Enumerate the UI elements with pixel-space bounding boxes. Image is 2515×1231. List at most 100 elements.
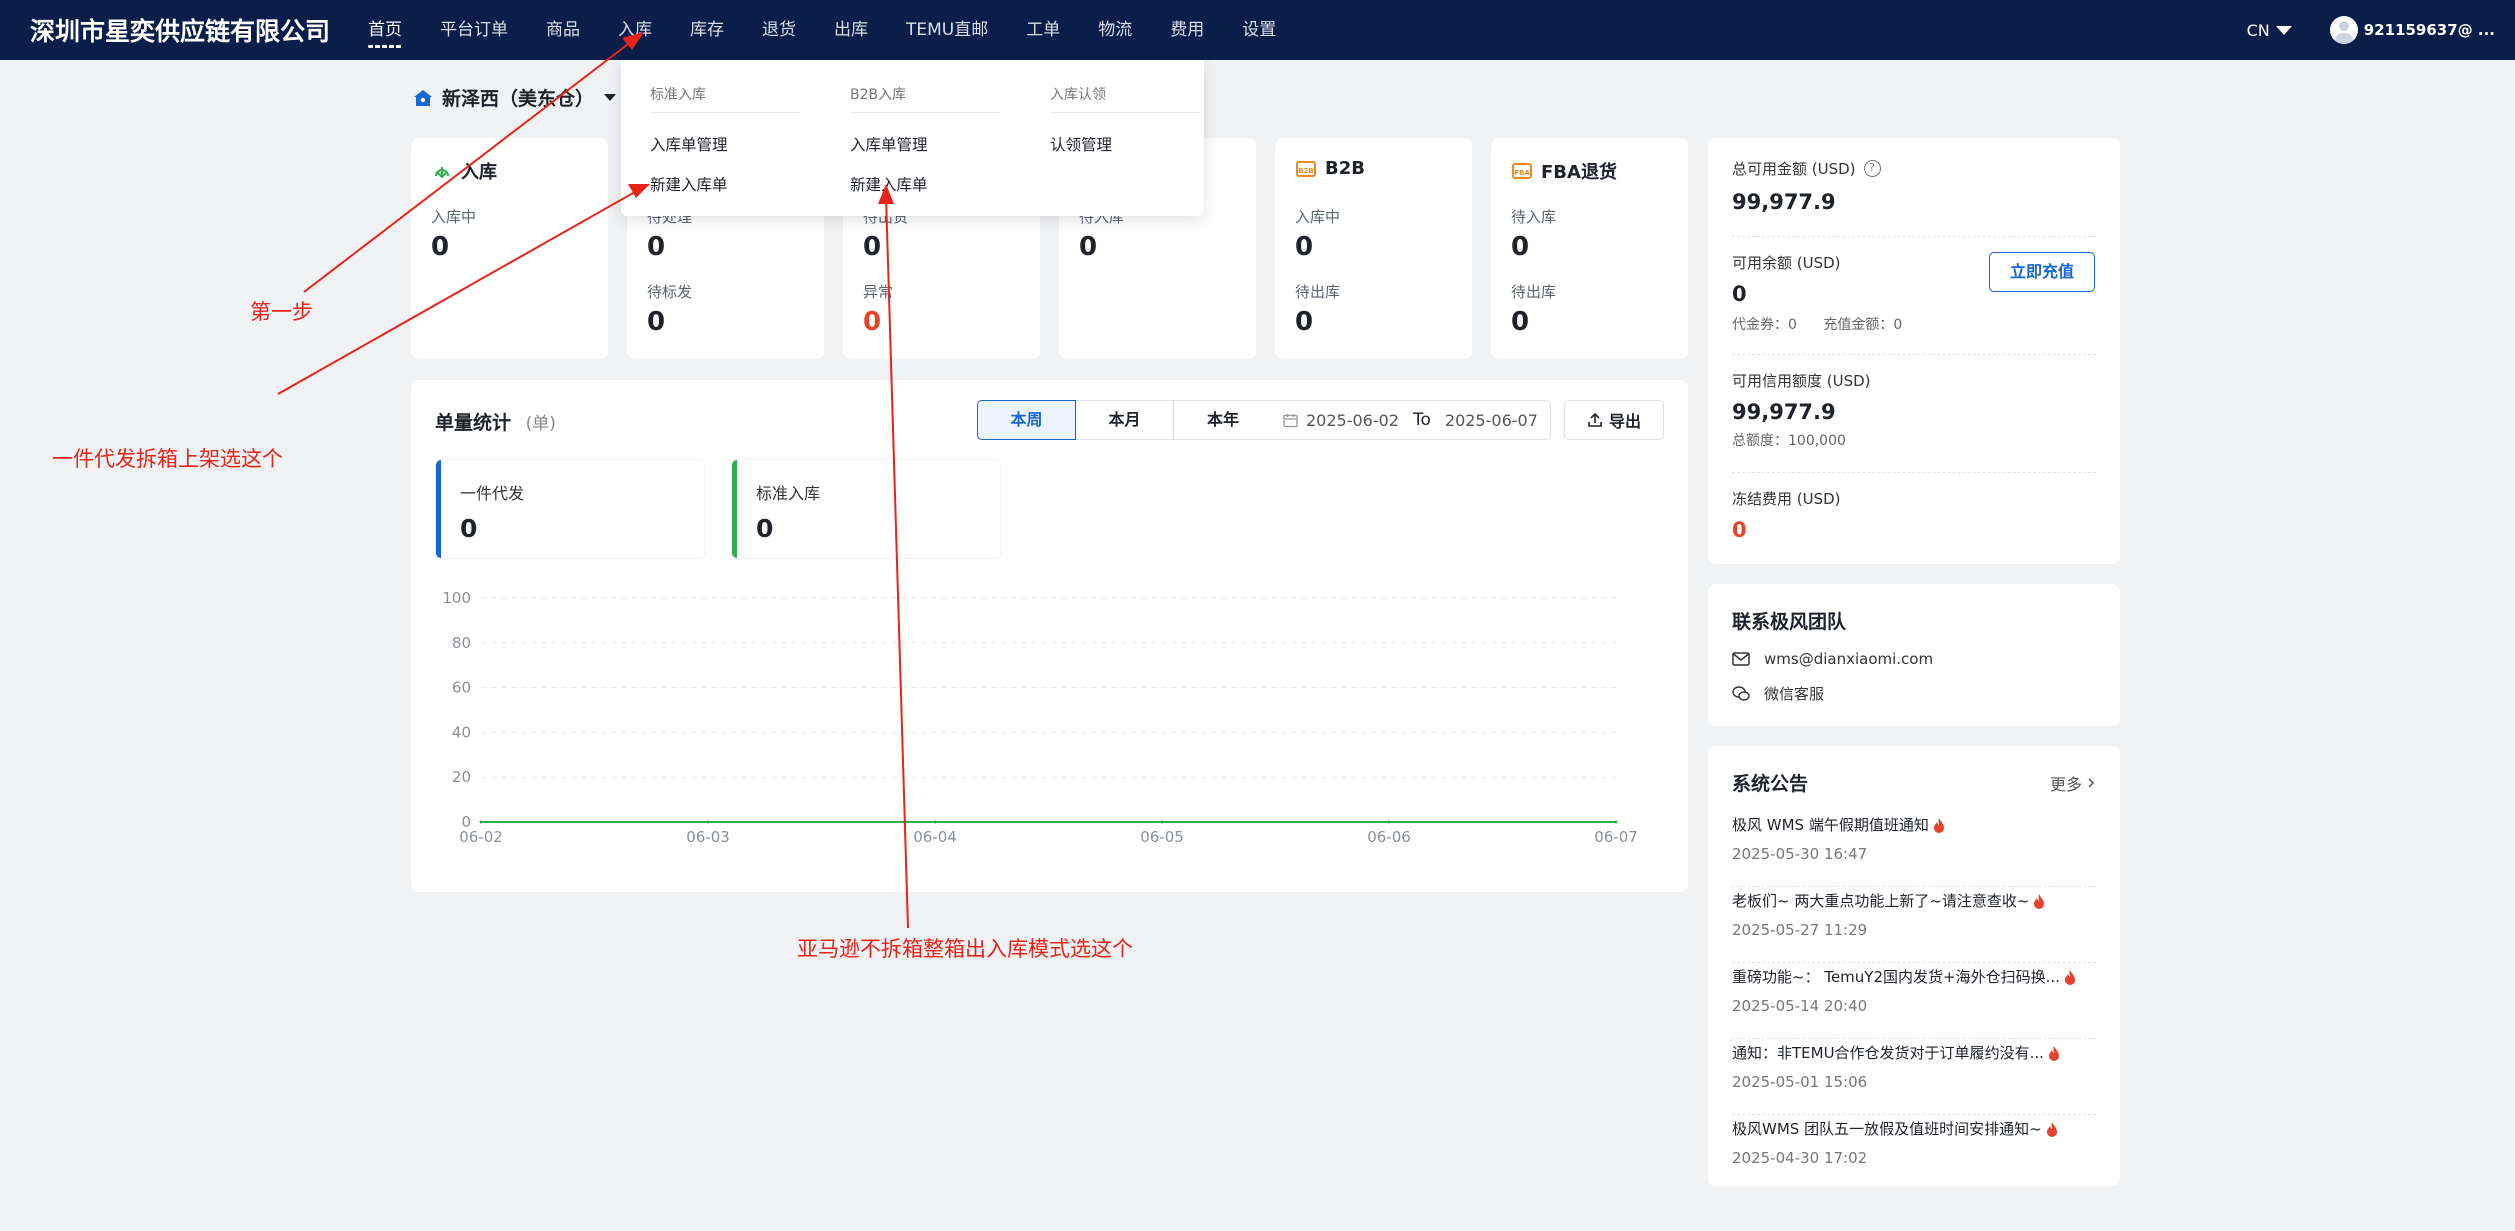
notice-item[interactable]: 老板们~ 两大重点功能上新了~请注意查收~ 2025-05-27 11:29 [1732,890,2096,966]
top-nav: 深圳市星奕供应链有限公司 首页 平台订单 商品 入库 库存 退货 出库 TEMU… [0,0,2515,60]
export-button[interactable]: 导出 [1564,400,1664,440]
stat-label: 待出库 [1511,283,1557,301]
recharge-button[interactable]: 立即充值 [1989,252,2095,292]
notice-item[interactable]: 极风 WMS 端午假期值班通知 2025-05-30 16:47 [1732,814,2096,890]
warehouse-selector[interactable]: 新泽西（美东仓） [413,84,617,111]
nav-fees[interactable]: 费用 [1170,0,1204,60]
credit-total: 总额度：100,000 [1732,433,1846,449]
y-tick-label: 40 [452,723,471,741]
data-point[interactable] [1614,820,1618,824]
mini-label: 一件代发 [460,484,525,503]
language-label: CN [2246,20,2270,40]
date-to[interactable]: 2025-06-07 [1445,411,1538,430]
volume-stats-card: 单量统计 (单) 本周 本月 本年 2025-06-02 To 2025-06-… [411,380,1688,892]
dropdown-header: B2B入库 [850,84,1000,113]
divider [1732,1038,2096,1039]
avatar[interactable] [2329,16,2358,44]
tab-week[interactable]: 本周 [977,400,1076,440]
stat-value[interactable]: 0 [647,307,665,337]
nav-returns[interactable]: 退货 [762,0,796,60]
mini-value: 0 [460,514,478,543]
data-point[interactable] [706,820,710,824]
stat-value[interactable]: 0 [647,232,665,262]
notice-item[interactable]: 通知：非TEMU合作仓发货对于订单履约没有... 2025-05-01 15:0… [1732,1042,2096,1118]
standard-inbound-count-card[interactable]: 标准入库 0 [731,459,1001,559]
annotation-dropship: 一件代发拆箱上架选这个 [52,447,283,471]
hot-icon [1933,817,1944,833]
frozen-fee-label: 冻结费用 (USD) [1732,490,1841,508]
contact-wechat-row[interactable]: 微信客服 [1732,683,1824,704]
caret-down-icon [2275,25,2292,35]
nav-logistics[interactable]: 物流 [1098,0,1132,60]
recharge-amount: 充值金额：0 [1823,317,1903,333]
notice-item[interactable]: 极风WMS 团队五一放假及值班时间安排通知~ 2025-04-30 17:02 [1732,1118,2096,1194]
x-tick-label: 06-03 [686,828,730,846]
nav-right: CN 921159637@ ... [2247,0,2495,60]
contact-email-row[interactable]: wms@dianxiaomi.com [1732,650,1933,668]
nav-inventory[interactable]: 库存 [690,0,724,60]
date-to-label: To [1412,410,1431,430]
data-point[interactable] [479,820,483,824]
total-available-label: 总可用金额 (USD) ? [1732,158,1881,179]
inbound-dropdown-menu: 标准入库 入库单管理 新建入库单 B2B入库 入库单管理 新建入库单 入库认领 … [621,60,1204,216]
stat-label: 入库中 [1295,208,1341,226]
x-tick-label: 06-07 [1594,828,1638,846]
stat-value[interactable]: 0 [1511,232,1529,262]
divider [1732,472,2096,473]
nav-tickets[interactable]: 工单 [1026,0,1060,60]
tab-month[interactable]: 本月 [1075,400,1174,440]
stat-label: 待出库 [1295,283,1341,301]
stat-card-inbound: 入库 入库中 0 [411,138,608,359]
language-selector[interactable]: CN [2247,21,2292,40]
hot-icon [2064,969,2075,985]
menu-item-claim-management[interactable]: 认领管理 [1050,133,1200,155]
balance-details: 代金券：0 充值金额：0 [1732,314,1924,334]
brand-name: 深圳市星奕供应链有限公司 [30,17,331,46]
stat-label: 入库中 [431,208,477,226]
nav-platform-orders[interactable]: 平台订单 [440,0,508,60]
stat-value[interactable]: 0 [1295,232,1313,262]
stat-value[interactable]: 0 [1295,307,1313,337]
home-icon [414,89,432,106]
hot-icon [2034,893,2045,909]
nav-home[interactable]: 首页 [368,0,402,60]
nav-products[interactable]: 商品 [546,0,580,60]
contact-email: wms@dianxiaomi.com [1764,650,1934,668]
stat-value-exception[interactable]: 0 [863,307,881,337]
b2b-icon: B2B [1296,160,1316,177]
nav-settings[interactable]: 设置 [1242,0,1276,60]
dropdown-col-b2b: B2B入库 入库单管理 新建入库单 [850,84,1000,195]
menu-item-inbound-management[interactable]: 入库单管理 [650,133,800,155]
accent-bar [436,460,441,558]
stat-value[interactable]: 0 [1079,232,1097,262]
nav-temu[interactable]: TEMU直邮 [906,0,988,60]
date-range-picker[interactable]: 2025-06-02 To 2025-06-07 [1271,400,1551,440]
stat-value[interactable]: 0 [431,232,449,262]
menu-item-b2b-inbound-management[interactable]: 入库单管理 [850,133,1000,155]
more-link[interactable]: 更多 [2050,771,2096,795]
nav-inbound[interactable]: 入库 [618,0,652,60]
svg-text:B2B: B2B [1298,167,1314,175]
user-account[interactable]: 921159637@ ... [2364,21,2495,39]
data-point[interactable] [933,820,937,824]
notice-item[interactable]: 重磅功能~： TemuY2国内发货+海外仓扫码换... 2025-05-14 2… [1732,966,2096,1042]
svg-text:FBA: FBA [1514,169,1530,177]
divider [1732,1114,2096,1115]
volume-title: 单量统计 (单) [435,412,556,434]
stat-card-title: FBA FBA退货 [1511,158,1617,184]
stat-value[interactable]: 0 [1511,307,1529,337]
stat-value[interactable]: 0 [863,232,881,262]
data-point[interactable] [1387,820,1391,824]
balance-panel: 总可用金额 (USD) ? 99,977.9 可用余额 (USD) 0 代金券：… [1708,138,2120,564]
data-point[interactable] [1160,820,1164,824]
help-icon[interactable]: ? [1863,160,1881,177]
menu-item-b2b-new-inbound-order[interactable]: 新建入库单 [850,173,1000,195]
menu-item-new-inbound-order[interactable]: 新建入库单 [650,173,800,195]
mini-label: 标准入库 [756,484,821,503]
contact-wechat: 微信客服 [1764,685,1825,703]
nav-outbound[interactable]: 出库 [834,0,868,60]
tab-year[interactable]: 本年 [1173,400,1272,440]
dropship-count-card[interactable]: 一件代发 0 [435,459,705,559]
wechat-icon [1732,685,1750,701]
date-from[interactable]: 2025-06-02 [1306,411,1399,430]
